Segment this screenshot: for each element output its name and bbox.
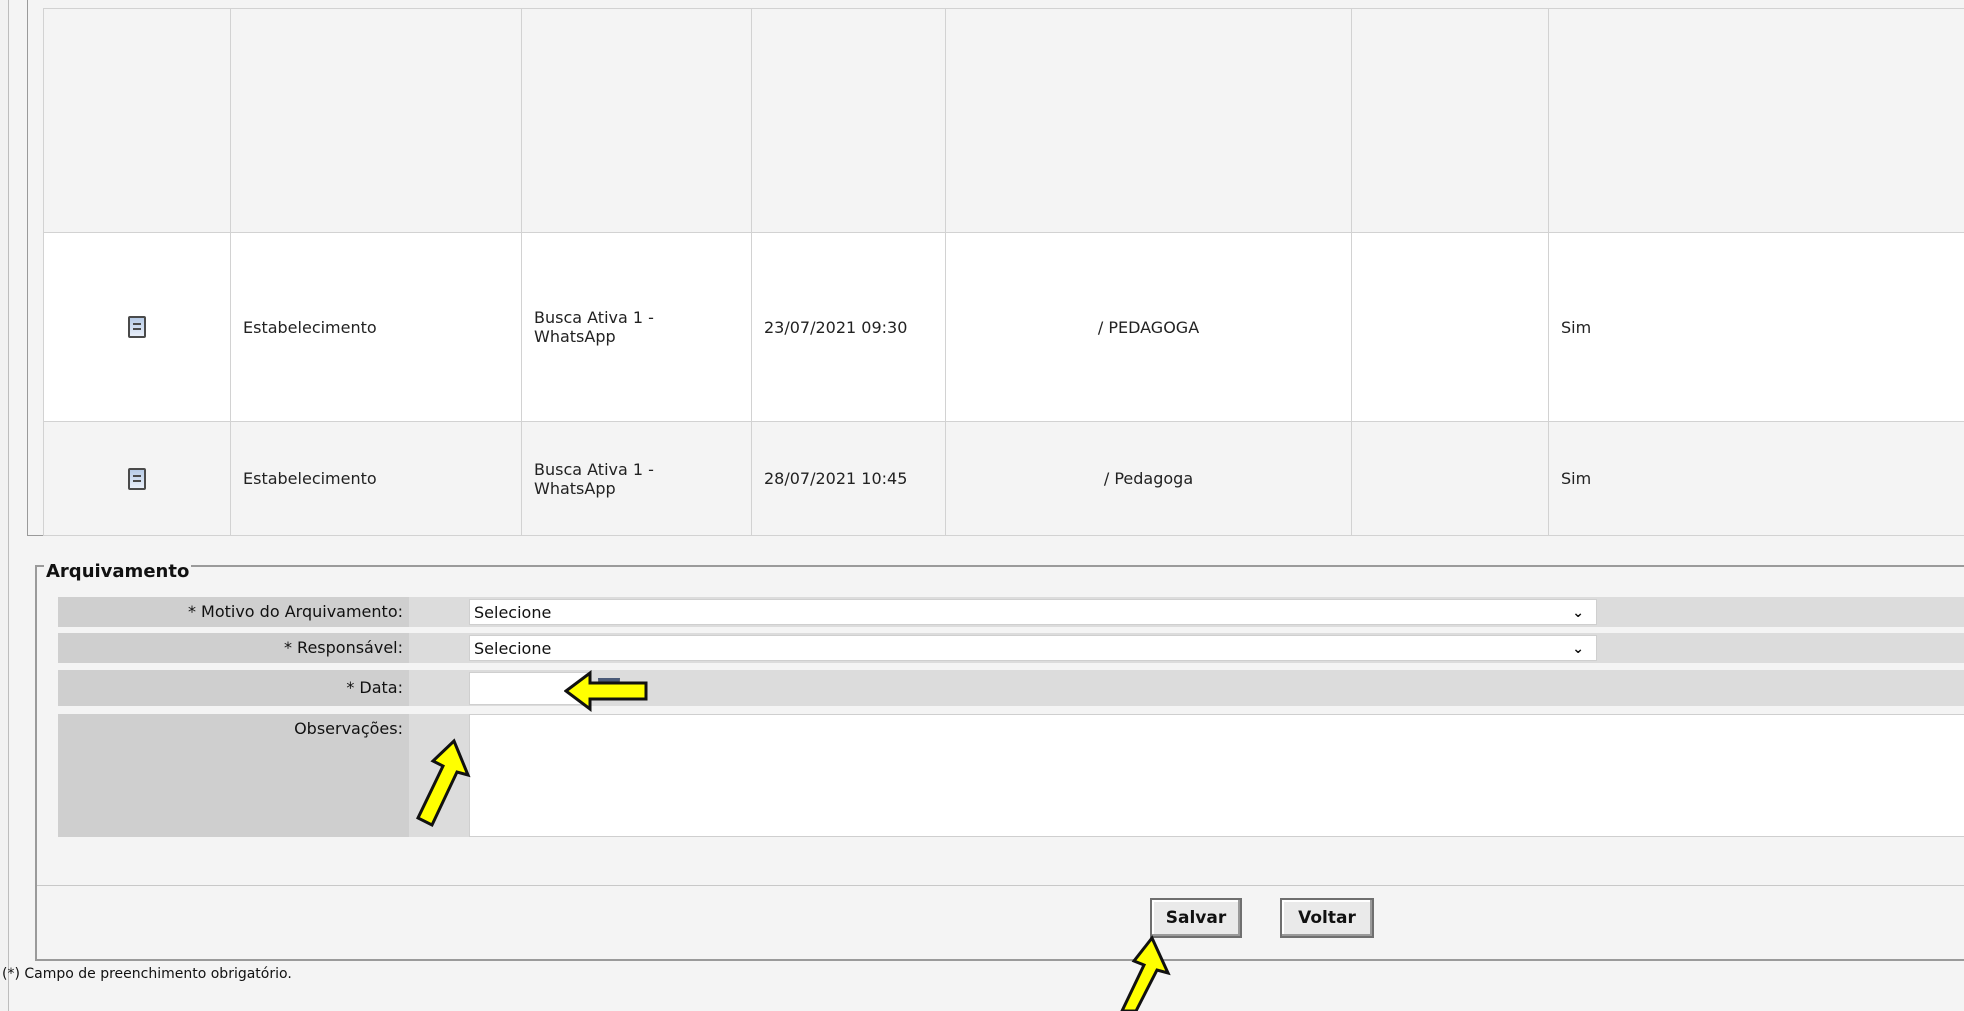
table-row: Estabelecimento Busca Ativa 1 - WhatsApp… (43, 232, 1964, 422)
row-role: / PEDAGOGA (945, 232, 1352, 422)
responsavel-select[interactable]: Selecione ⌄ (469, 635, 1597, 661)
row-icon-cell[interactable] (43, 232, 231, 422)
records-table: Estabelecimento Busca Ativa 1 - WhatsApp… (43, 8, 1964, 536)
chevron-down-icon: ⌄ (1572, 641, 1584, 657)
table-row: Estabelecimento Busca Ativa 1 - WhatsApp… (43, 421, 1964, 536)
row-type: Busca Ativa 1 - WhatsApp (521, 421, 752, 536)
document-icon[interactable] (128, 467, 146, 490)
row-icon-cell[interactable] (43, 421, 231, 536)
document-icon[interactable] (128, 316, 146, 338)
motivo-row: * Motivo do Arquivamento: Selecione ⌄ (58, 597, 1964, 627)
row-type: Busca Ativa 1 - WhatsApp (521, 232, 752, 422)
row-role: / Pedagoga (945, 421, 1352, 536)
row-flag: Sim (1548, 232, 1964, 422)
motivo-label: * Motivo do Arquivamento: (58, 597, 409, 627)
obs-label: Observações: (58, 714, 409, 837)
obs-row: Observações: (58, 714, 1964, 837)
row-empty-cell (1351, 421, 1549, 536)
save-button[interactable]: Salvar (1150, 898, 1242, 938)
arrow-annotation-icon (416, 738, 471, 828)
chevron-down-icon: ⌄ (1572, 605, 1584, 621)
row-origin: Estabelecimento (230, 421, 522, 536)
archive-legend: Arquivamento (44, 561, 192, 582)
motivo-select[interactable]: Selecione ⌄ (469, 599, 1597, 625)
row-flag: Sim (1548, 421, 1964, 536)
required-footnote: (*) Campo de preenchimento obrigatório. (2, 966, 292, 982)
responsavel-label: * Responsável: (58, 633, 409, 663)
row-empty-cell (1351, 232, 1549, 422)
row-datetime: 28/07/2021 10:45 (751, 421, 946, 536)
data-label: * Data: (58, 670, 409, 706)
back-button[interactable]: Voltar (1280, 898, 1374, 938)
responsavel-select-value: Selecione (474, 639, 552, 658)
motivo-select-value: Selecione (474, 603, 552, 622)
table-row (43, 8, 1964, 233)
row-datetime: 23/07/2021 09:30 (751, 232, 946, 422)
divider (37, 885, 1964, 886)
data-row: * Data: (58, 670, 1964, 706)
row-origin: Estabelecimento (230, 232, 522, 422)
arrow-annotation-icon (1120, 935, 1171, 1011)
observacoes-textarea[interactable] (469, 714, 1964, 837)
responsavel-row: * Responsável: Selecione ⌄ (58, 633, 1964, 663)
arrow-annotation-icon (564, 670, 648, 712)
